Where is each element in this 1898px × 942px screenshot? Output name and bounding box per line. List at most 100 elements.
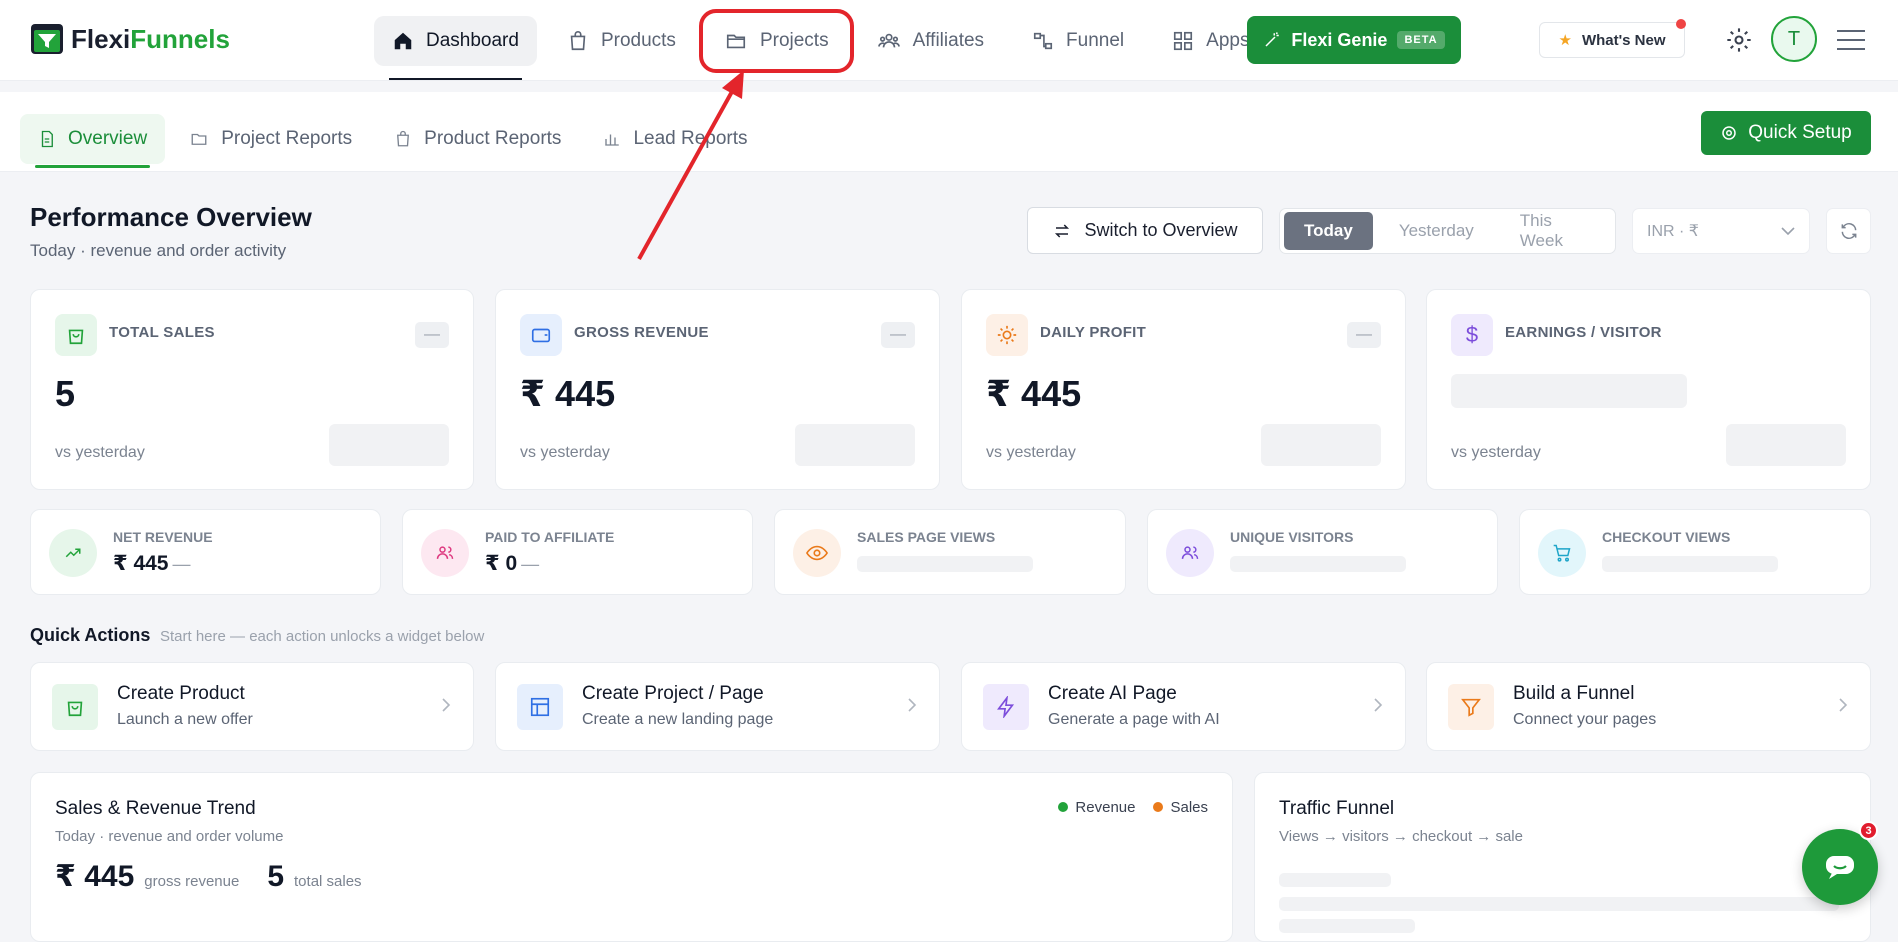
brand-part-2: Funnels (130, 23, 230, 54)
stat-trend-badge: — (1347, 322, 1381, 348)
quick-actions-title: Quick Actions (30, 625, 151, 645)
mini-value-text: ₹ 0 (485, 552, 518, 575)
avatar[interactable]: T (1771, 16, 1817, 62)
shopping-bag-icon (567, 30, 589, 52)
hamburger-menu-icon[interactable] (1835, 29, 1867, 51)
refresh-button[interactable] (1826, 208, 1871, 254)
currency-value: INR · ₹ (1647, 223, 1699, 240)
create-ai-page-action[interactable]: Create AI Page Generate a page with AI (961, 662, 1406, 751)
action-subtitle: Generate a page with AI (1048, 711, 1220, 728)
logo[interactable]: Flexi Funnels (29, 20, 230, 58)
lightning-icon (983, 684, 1029, 730)
skeleton-placeholder (795, 424, 915, 466)
switch-label: Switch to Overview (1084, 220, 1238, 240)
switch-to-overview-button[interactable]: Switch to Overview (1027, 207, 1263, 254)
stat-compare-label: vs yesterday (520, 444, 610, 461)
legend-sales: Sales (1153, 799, 1208, 816)
folder-icon (724, 30, 748, 52)
star-icon: ★ (1558, 32, 1572, 49)
tab-project-reports-label: Project Reports (221, 128, 353, 149)
page-subtitle: Today · revenue and order activity (30, 241, 287, 260)
grid-icon (1172, 30, 1194, 52)
notification-dot (1676, 19, 1686, 29)
skeleton-placeholder (1279, 873, 1391, 887)
stat-trend-badge: — (415, 322, 449, 348)
legend-revenue: Revenue (1058, 799, 1135, 816)
stat-value: ₹ 445 (986, 373, 1082, 414)
range-yesterday[interactable]: Yesterday (1379, 212, 1494, 250)
stat-label: EARNINGS / VISITOR (1505, 324, 1662, 341)
nav-apps-label: Apps (1206, 30, 1250, 51)
mini-value-dash: — (172, 554, 191, 574)
layout-icon (517, 684, 563, 730)
tab-product-reports[interactable]: Product Reports (376, 114, 579, 164)
tab-project-reports[interactable]: Project Reports (171, 114, 370, 164)
range-today[interactable]: Today (1284, 212, 1373, 250)
top-navbar: Flexi Funnels Dashboard Products Projects… (0, 0, 1898, 81)
range-this-week[interactable]: This Week (1500, 211, 1611, 250)
create-project-page-action[interactable]: Create Project / Page Create a new landi… (495, 662, 940, 751)
chevron-right-icon (907, 697, 917, 713)
tab-product-reports-label: Product Reports (424, 128, 562, 149)
stat-label: GROSS REVENUE (574, 324, 709, 341)
traffic-funnel-card: Traffic Funnel Views → visitors → checko… (1254, 772, 1871, 942)
mini-label: NET REVENUE (113, 529, 213, 545)
total-sales-value: 5 (267, 860, 285, 893)
mini-value: ₹ 0— (485, 551, 539, 576)
mini-card-sales-page-views: SALES PAGE VIEWS (774, 509, 1126, 595)
skeleton-placeholder (329, 424, 449, 466)
stat-card-earnings-per-visitor: $ EARNINGS / VISITOR vs yesterday (1426, 289, 1871, 490)
bar-chart-icon (603, 130, 621, 148)
stat-compare-label: vs yesterday (1451, 444, 1541, 461)
skeleton-placeholder (1726, 424, 1846, 466)
quick-actions-subtitle: Start here — each action unlocks a widge… (160, 628, 485, 645)
nav-dashboard[interactable]: Dashboard (374, 16, 537, 80)
nav-projects[interactable]: Projects (698, 9, 854, 73)
gross-revenue-label: gross revenue (144, 873, 240, 890)
whats-new-button[interactable]: ★ What's New (1539, 19, 1686, 58)
trend-subtitle: Today · revenue and order volume (55, 828, 284, 845)
stat-value: ₹ 445 (520, 373, 616, 414)
legend-sales-label: Sales (1170, 799, 1208, 816)
swap-arrows-icon (1052, 222, 1072, 240)
skeleton-placeholder (1279, 897, 1839, 911)
refresh-icon (1827, 209, 1870, 253)
sun-icon (986, 314, 1028, 356)
tab-overview[interactable]: Overview (20, 114, 166, 168)
mini-label: CHECKOUT VIEWS (1602, 529, 1731, 545)
stat-label: DAILY PROFIT (1040, 324, 1147, 341)
nav-products[interactable]: Products (549, 16, 694, 66)
action-subtitle: Connect your pages (1513, 711, 1657, 728)
mini-card-unique-visitors: UNIQUE VISITORS (1147, 509, 1498, 595)
flexi-genie-button[interactable]: Flexi Genie BETA (1247, 16, 1461, 64)
legend-revenue-label: Revenue (1075, 799, 1136, 816)
chat-notification-badge: 3 (1859, 821, 1878, 840)
chevron-right-icon (441, 697, 451, 713)
stat-compare-label: vs yesterday (986, 444, 1076, 461)
create-product-action[interactable]: Create Product Launch a new offer (30, 662, 474, 751)
stat-value: 5 (55, 373, 76, 414)
quick-setup-button[interactable]: Quick Setup (1701, 111, 1871, 155)
nav-affiliates[interactable]: Affiliates (859, 16, 1002, 66)
stat-label: TOTAL SALES (109, 324, 215, 341)
stat-trend-badge: — (881, 322, 915, 348)
tab-lead-reports[interactable]: Lead Reports (585, 114, 765, 164)
chat-icon (1802, 829, 1878, 905)
date-range-toggle: Today Yesterday This Week (1279, 208, 1616, 254)
flexi-genie-label: Flexi Genie (1291, 29, 1388, 50)
gross-revenue-value: ₹ 445 (55, 860, 135, 893)
users-icon (877, 30, 901, 52)
gear-icon[interactable] (1725, 26, 1753, 54)
skeleton-placeholder (1451, 374, 1687, 408)
build-funnel-action[interactable]: Build a Funnel Connect your pages (1426, 662, 1871, 751)
magic-wand-icon (1263, 31, 1281, 49)
quick-setup-label: Quick Setup (1748, 122, 1852, 143)
action-subtitle: Launch a new offer (117, 711, 253, 728)
sales-revenue-trend-card: Sales & Revenue Trend Today · revenue an… (30, 772, 1233, 942)
main-nav: Dashboard Products Projects Affiliates F… (374, 9, 1267, 80)
chat-widget-button[interactable] (1802, 829, 1878, 905)
nav-funnel[interactable]: Funnel (1014, 16, 1142, 66)
currency-select[interactable]: INR · ₹ (1632, 208, 1810, 254)
skeleton-placeholder (1602, 556, 1778, 572)
bag-icon (394, 129, 412, 149)
